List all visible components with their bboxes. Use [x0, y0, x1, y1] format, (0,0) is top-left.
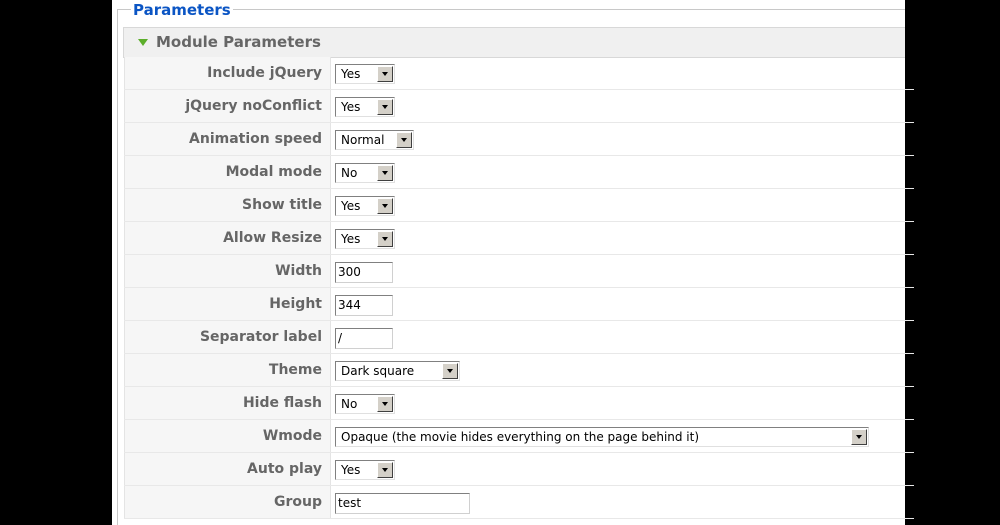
hide-flash-select[interactable]: No	[335, 394, 395, 414]
theme-value: Dark square	[341, 364, 415, 378]
param-label-cell: Auto play	[124, 453, 331, 485]
jquery-noconflict-value: Yes	[341, 100, 361, 114]
chevron-down-icon	[382, 72, 388, 76]
show-title-value: Yes	[341, 199, 361, 213]
allow-resize-dropdown-button[interactable]	[377, 231, 393, 247]
param-row-modal-mode: Modal mode No	[124, 156, 914, 189]
chevron-down-icon	[382, 468, 388, 472]
param-label-hide-flash: Hide flash	[242, 395, 322, 411]
chevron-down-icon	[382, 204, 388, 208]
param-label-cell: Include jQuery	[124, 57, 331, 89]
param-label-cell: Separator label	[124, 321, 331, 353]
param-label-allow-resize: Allow Resize	[223, 230, 322, 246]
jquery-noconflict-select[interactable]: Yes	[335, 97, 395, 117]
param-row-width: Width 300	[124, 255, 914, 288]
chevron-down-icon	[382, 171, 388, 175]
param-label-cell: Show title	[124, 189, 331, 221]
param-row-auto-play: Auto play Yes	[124, 453, 914, 486]
param-row-height: Height 344	[124, 288, 914, 321]
param-label-cell: Width	[124, 255, 331, 287]
param-row-allow-resize: Allow Resize Yes	[124, 222, 914, 255]
param-label-height: Height	[269, 296, 322, 312]
include-jquery-select[interactable]: Yes	[335, 64, 395, 84]
param-label-cell: Allow Resize	[124, 222, 331, 254]
param-label-group: Group	[273, 494, 322, 510]
module-parameters-header[interactable]: Module Parameters	[123, 27, 905, 58]
param-label-cell: Theme	[124, 354, 331, 386]
param-row-animation-speed: Animation speed Normal	[124, 123, 914, 156]
hide-flash-dropdown-button[interactable]	[377, 396, 393, 412]
param-label-cell: jQuery noConflict	[124, 90, 331, 122]
param-label-include-jquery: Include jQuery	[207, 65, 322, 81]
auto-play-value: Yes	[341, 463, 361, 477]
auto-play-dropdown-button[interactable]	[377, 462, 393, 478]
chevron-down-icon	[382, 237, 388, 241]
height-input[interactable]: 344	[335, 295, 393, 316]
param-row-include-jquery: Include jQuery Yes	[124, 57, 914, 90]
group-input[interactable]: test	[335, 493, 470, 514]
param-label-separator-label: Separator label	[199, 329, 322, 345]
param-label-jquery-noconflict: jQuery noConflict	[185, 98, 322, 114]
chevron-down-icon	[401, 138, 407, 142]
animation-speed-select[interactable]: Normal	[335, 130, 414, 150]
param-row-group: Group test	[124, 486, 914, 519]
include-jquery-value: Yes	[341, 67, 361, 81]
animation-speed-value: Normal	[341, 133, 385, 147]
parameters-list: Include jQuery Yes jQuery noConflict Yes…	[124, 57, 914, 519]
wmode-select[interactable]: Opaque (the movie hides everything on th…	[335, 427, 869, 447]
hide-flash-value: No	[341, 397, 358, 411]
param-label-wmode: Wmode	[262, 428, 322, 444]
wmode-dropdown-button[interactable]	[851, 429, 867, 445]
chevron-down-icon	[382, 402, 388, 406]
param-label-cell: Group	[124, 486, 331, 518]
param-label-width: Width	[275, 263, 322, 279]
auto-play-select[interactable]: Yes	[335, 460, 395, 480]
modal-mode-select[interactable]: No	[335, 163, 395, 183]
parameters-legend: Parameters	[131, 1, 233, 19]
triangle-down-icon[interactable]	[138, 39, 148, 46]
chevron-down-icon	[382, 105, 388, 109]
modal-mode-value: No	[341, 166, 358, 180]
param-label-show-title: Show title	[242, 197, 322, 213]
allow-resize-select[interactable]: Yes	[335, 229, 395, 249]
param-label-theme: Theme	[268, 362, 322, 378]
param-row-jquery-noconflict: jQuery noConflict Yes	[124, 90, 914, 123]
animation-speed-dropdown-button[interactable]	[396, 132, 412, 148]
param-label-modal-mode: Modal mode	[225, 164, 322, 180]
wmode-value: Opaque (the movie hides everything on th…	[341, 430, 700, 444]
jquery-noconflict-dropdown-button[interactable]	[377, 99, 393, 115]
allow-resize-value: Yes	[341, 232, 361, 246]
width-input[interactable]: 300	[335, 262, 393, 283]
param-label-auto-play: Auto play	[247, 461, 322, 477]
param-row-hide-flash: Hide flash No	[124, 387, 914, 420]
param-label-cell: Modal mode	[124, 156, 331, 188]
modal-mode-dropdown-button[interactable]	[377, 165, 393, 181]
show-title-select[interactable]: Yes	[335, 196, 395, 216]
param-row-show-title: Show title Yes	[124, 189, 914, 222]
include-jquery-dropdown-button[interactable]	[377, 66, 393, 82]
param-label-cell: Height	[124, 288, 331, 320]
chevron-down-icon	[856, 435, 862, 439]
theme-dropdown-button[interactable]	[442, 363, 458, 379]
separator-label-input[interactable]: /	[335, 328, 393, 349]
theme-select[interactable]: Dark square	[335, 361, 460, 381]
param-label-animation-speed: Animation speed	[189, 131, 322, 147]
param-row-separator-label: Separator label /	[124, 321, 914, 354]
module-parameters-title: Module Parameters	[156, 33, 321, 51]
param-row-wmode: Wmode Opaque (the movie hides everything…	[124, 420, 914, 453]
param-label-cell: Wmode	[124, 420, 331, 452]
param-row-theme: Theme Dark square	[124, 354, 914, 387]
show-title-dropdown-button[interactable]	[377, 198, 393, 214]
param-label-cell: Hide flash	[124, 387, 331, 419]
param-label-cell: Animation speed	[124, 123, 331, 155]
chevron-down-icon	[447, 369, 453, 373]
